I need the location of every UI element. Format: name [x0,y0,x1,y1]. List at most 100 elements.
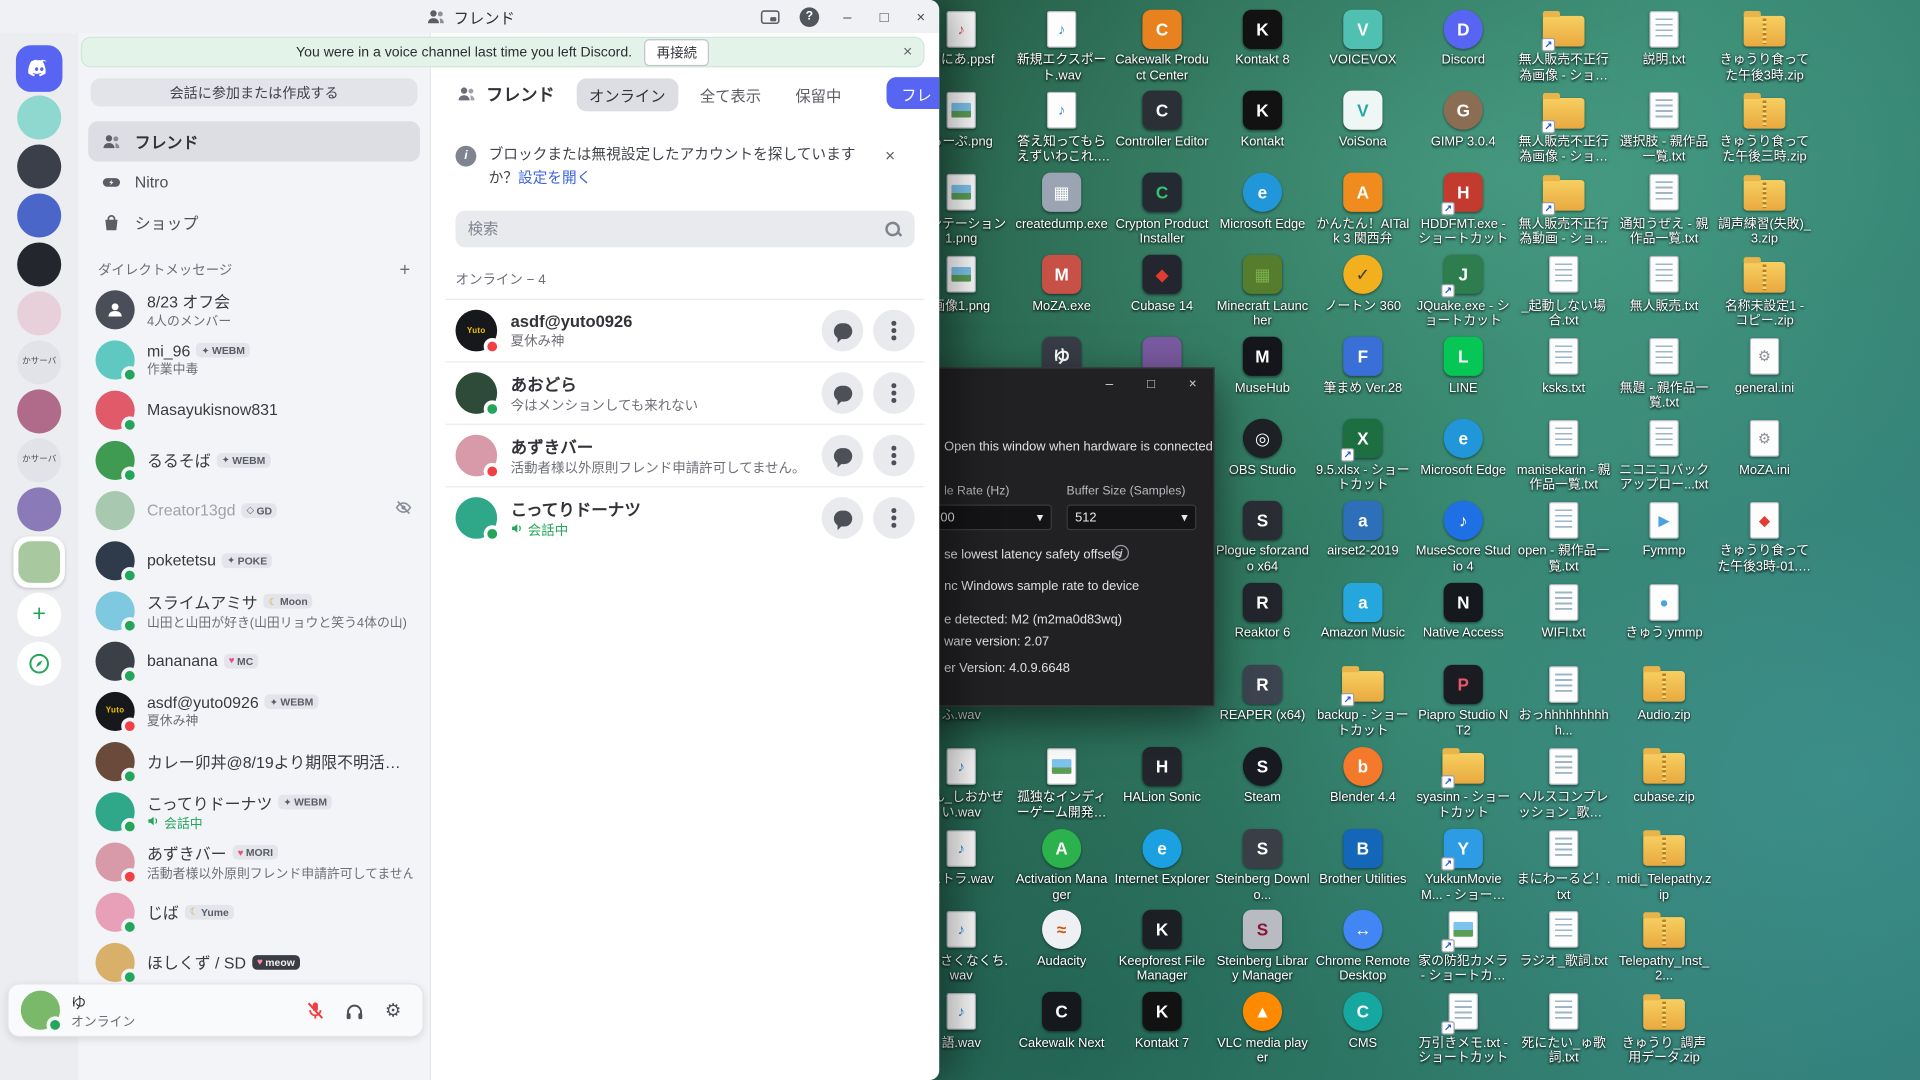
desktop-icon[interactable]: きゅうり_調声用データ.zip [1616,990,1712,1066]
dialog-minimize-button[interactable]: – [1089,369,1131,401]
desktop-icon[interactable]: ⚙MoZA.ini [1717,417,1813,478]
dm-list-item[interactable]: スライムアミサ☾Moon山田と山田が好き(山田リョウと笑う4体の山) [88,585,420,635]
desktop-icon[interactable]: 死にたい_ゅ歌詞.txt [1516,990,1612,1066]
sidebar-item-nitro[interactable]: Nitro [88,162,420,202]
desktop-icon[interactable]: DDiscord [1416,7,1512,68]
desktop-icon[interactable]: 説明.txt [1616,7,1712,68]
desktop-icon[interactable]: Aかんたん！AITalk 3 関西弁 [1315,171,1411,247]
desktop-icon[interactable]: MMuseHub [1215,335,1311,396]
desktop-icon[interactable]: H↗HDDFMT.exe - ショートカット [1416,171,1512,247]
open-settings-link[interactable]: 設定を開く [518,168,591,185]
more-button[interactable] [873,497,915,539]
dm-list-item[interactable]: あずきバー♥MORI活動者様以外原則フレンド申請許可してません。 [88,836,420,886]
desktop-icon[interactable]: ▶Fymmp [1616,499,1712,560]
tab-pending[interactable]: 保留中 [783,78,853,111]
desktop-icon[interactable]: ⚙general.ini [1717,335,1813,396]
desktop-icon[interactable]: RREAPER (x64) [1215,663,1311,724]
dm-list-item[interactable]: bananana♥MC [88,636,420,686]
desktop-icon[interactable]: 無題 - 親作品一覧.txt [1616,335,1712,411]
dm-list-item[interactable]: こってりドーナツ✦WEBM会話中 [88,786,420,836]
desktop-icon[interactable]: 選択肢 - 親作品一覧.txt [1616,89,1712,165]
desktop-icon[interactable]: まにわーるど！.txt [1516,827,1612,903]
desktop-icon[interactable]: ≈Audacity [1014,908,1110,969]
server-item-2[interactable] [15,144,64,188]
search-input[interactable] [468,221,884,238]
desktop-icon[interactable]: eMicrosoft Edge [1215,171,1311,232]
desktop-icon[interactable]: ♪新規エクスポート.wav [1014,7,1110,83]
buffer-size-select[interactable]: 512 ▾ [1067,504,1197,530]
desktop-icon[interactable]: KKontakt 7 [1114,990,1210,1051]
desktop-icon[interactable]: ✓ノートン 360 [1315,253,1411,314]
message-button[interactable] [822,435,864,477]
dm-list-item[interactable]: mi_96✦WEBM作業中毒 [88,334,420,384]
desktop-icon[interactable]: ↔Chrome Remote Desktop [1315,908,1411,984]
server-item-9[interactable] [15,487,64,531]
server-item-10[interactable] [13,536,64,587]
explore-servers-button[interactable] [15,642,64,686]
dm-list-item[interactable]: Masayukisnow831 [88,384,420,434]
join-or-create-button[interactable]: 会話に参加または作成する [91,78,418,106]
low-latency-checkbox-label[interactable]: se lowest latency safety offsets [944,547,1121,562]
desktop-icon[interactable]: ↗家の防犯カメラ - ショートカット [1416,908,1512,984]
desktop-icon[interactable]: KKontakt [1215,89,1311,150]
pip-icon[interactable] [751,0,790,33]
desktop-icon[interactable]: CCakewalk Next [1014,990,1110,1051]
desktop-icon[interactable]: _起動しない場合.txt [1516,253,1612,329]
desktop-icon[interactable]: きゅうり食ってた午後3時.zip [1717,7,1813,83]
desktop-icon[interactable]: ニコニコバックアップロー...txt [1616,417,1712,493]
server-item-5[interactable] [15,291,64,335]
desktop-icon[interactable]: manisekarin - 親作品一覧.txt [1516,417,1612,493]
desktop-icon[interactable]: SSteinberg Library Manager [1215,908,1311,984]
desktop-icon[interactable]: ▦createdump.exe [1014,171,1110,232]
dm-list-item[interactable]: るるそば✦WEBM [88,435,420,485]
desktop-icon[interactable]: ↗syasinn - ショートカット [1416,745,1512,821]
tab-all[interactable]: 全て表示 [688,78,774,111]
more-button[interactable] [873,435,915,477]
window-minimize-button[interactable]: – [829,0,866,33]
desktop-icon[interactable]: CController Editor [1114,89,1210,150]
dm-list-item[interactable]: カレー卯丼@8/19より期限不明活動... [88,736,420,786]
desktop-icon[interactable]: Y↗YukkunMovieM... - ショートカット [1416,827,1512,903]
hint-close-icon[interactable]: × [885,146,895,166]
desktop-icon[interactable]: bBlender 4.4 [1315,745,1411,806]
dialog-maximize-button[interactable]: □ [1130,369,1172,401]
desktop-icon[interactable]: 無人販売.txt [1616,253,1712,314]
desktop-icon[interactable]: Telepathy_Inst_2... [1616,908,1712,984]
desktop-icon[interactable]: ヘルスコンプレッション_歌詞.txt [1516,745,1612,821]
desktop-icon[interactable]: CCrypton Product Installer [1114,171,1210,247]
desktop-icon[interactable]: MMoZA.exe [1014,253,1110,314]
add-friend-button[interactable]: フレ [887,77,940,109]
desktop-icon[interactable]: cubase.zip [1616,745,1712,806]
window-maximize-button[interactable]: □ [866,0,903,33]
sidebar-item-shop[interactable]: ショップ [88,202,420,242]
desktop-icon[interactable]: 調声練習(失敗)_3.zip [1717,171,1813,247]
desktop-icon[interactable]: AActivation Manager [1014,827,1110,903]
desktop-icon[interactable]: SSteam [1215,745,1311,806]
server-item-8[interactable]: かサーバ [15,438,64,482]
window-close-button[interactable]: × [902,0,939,33]
desktop-icon[interactable]: きゅうり食ってた午後三時.zip [1717,89,1813,165]
dm-list-item[interactable]: Yutoasdf@yuto0926✦WEBM夏休み神 [88,686,420,736]
sample-rate-select[interactable]: 00 ▾ [932,504,1052,530]
desktop-icon[interactable]: KKontakt 8 [1215,7,1311,68]
mic-muted-icon[interactable] [298,993,332,1027]
desktop-icon[interactable]: GGIMP 3.0.4 [1416,89,1512,150]
create-dm-icon[interactable]: + [399,260,410,278]
desktop-icon[interactable]: PPiapro Studio NT2 [1416,663,1512,739]
help-icon[interactable]: ? [790,0,829,33]
desktop-icon[interactable]: ◆Cubase 14 [1114,253,1210,314]
desktop-icon[interactable]: HHALion Sonic [1114,745,1210,806]
desktop-icon[interactable]: ↗無人販売不正行為画像 - ショートカッ... [1516,7,1612,83]
desktop-icon[interactable]: eInternet Explorer [1114,827,1210,888]
desktop-icon[interactable]: VVoiSona [1315,89,1411,150]
desktop-icon[interactable]: おっhhhhhhhhhh... [1516,663,1612,739]
friend-row[interactable]: Yutoasdf@yuto0926夏休み神 [446,299,925,361]
more-button[interactable] [873,310,915,352]
desktop-icon[interactable]: ▦Minecraft Launcher [1215,253,1311,329]
dm-list-item[interactable]: poketetsu✦POKE [88,535,420,585]
desktop-icon[interactable]: CCakewalk Product Center [1114,7,1210,83]
desktop-icon[interactable]: ▲VLC media player [1215,990,1311,1066]
dm-list-item[interactable]: Creator13gd◇GD [88,485,420,535]
discord-titlebar[interactable]: フレンド ? – □ × [0,0,939,33]
server-item-1[interactable] [15,96,64,140]
